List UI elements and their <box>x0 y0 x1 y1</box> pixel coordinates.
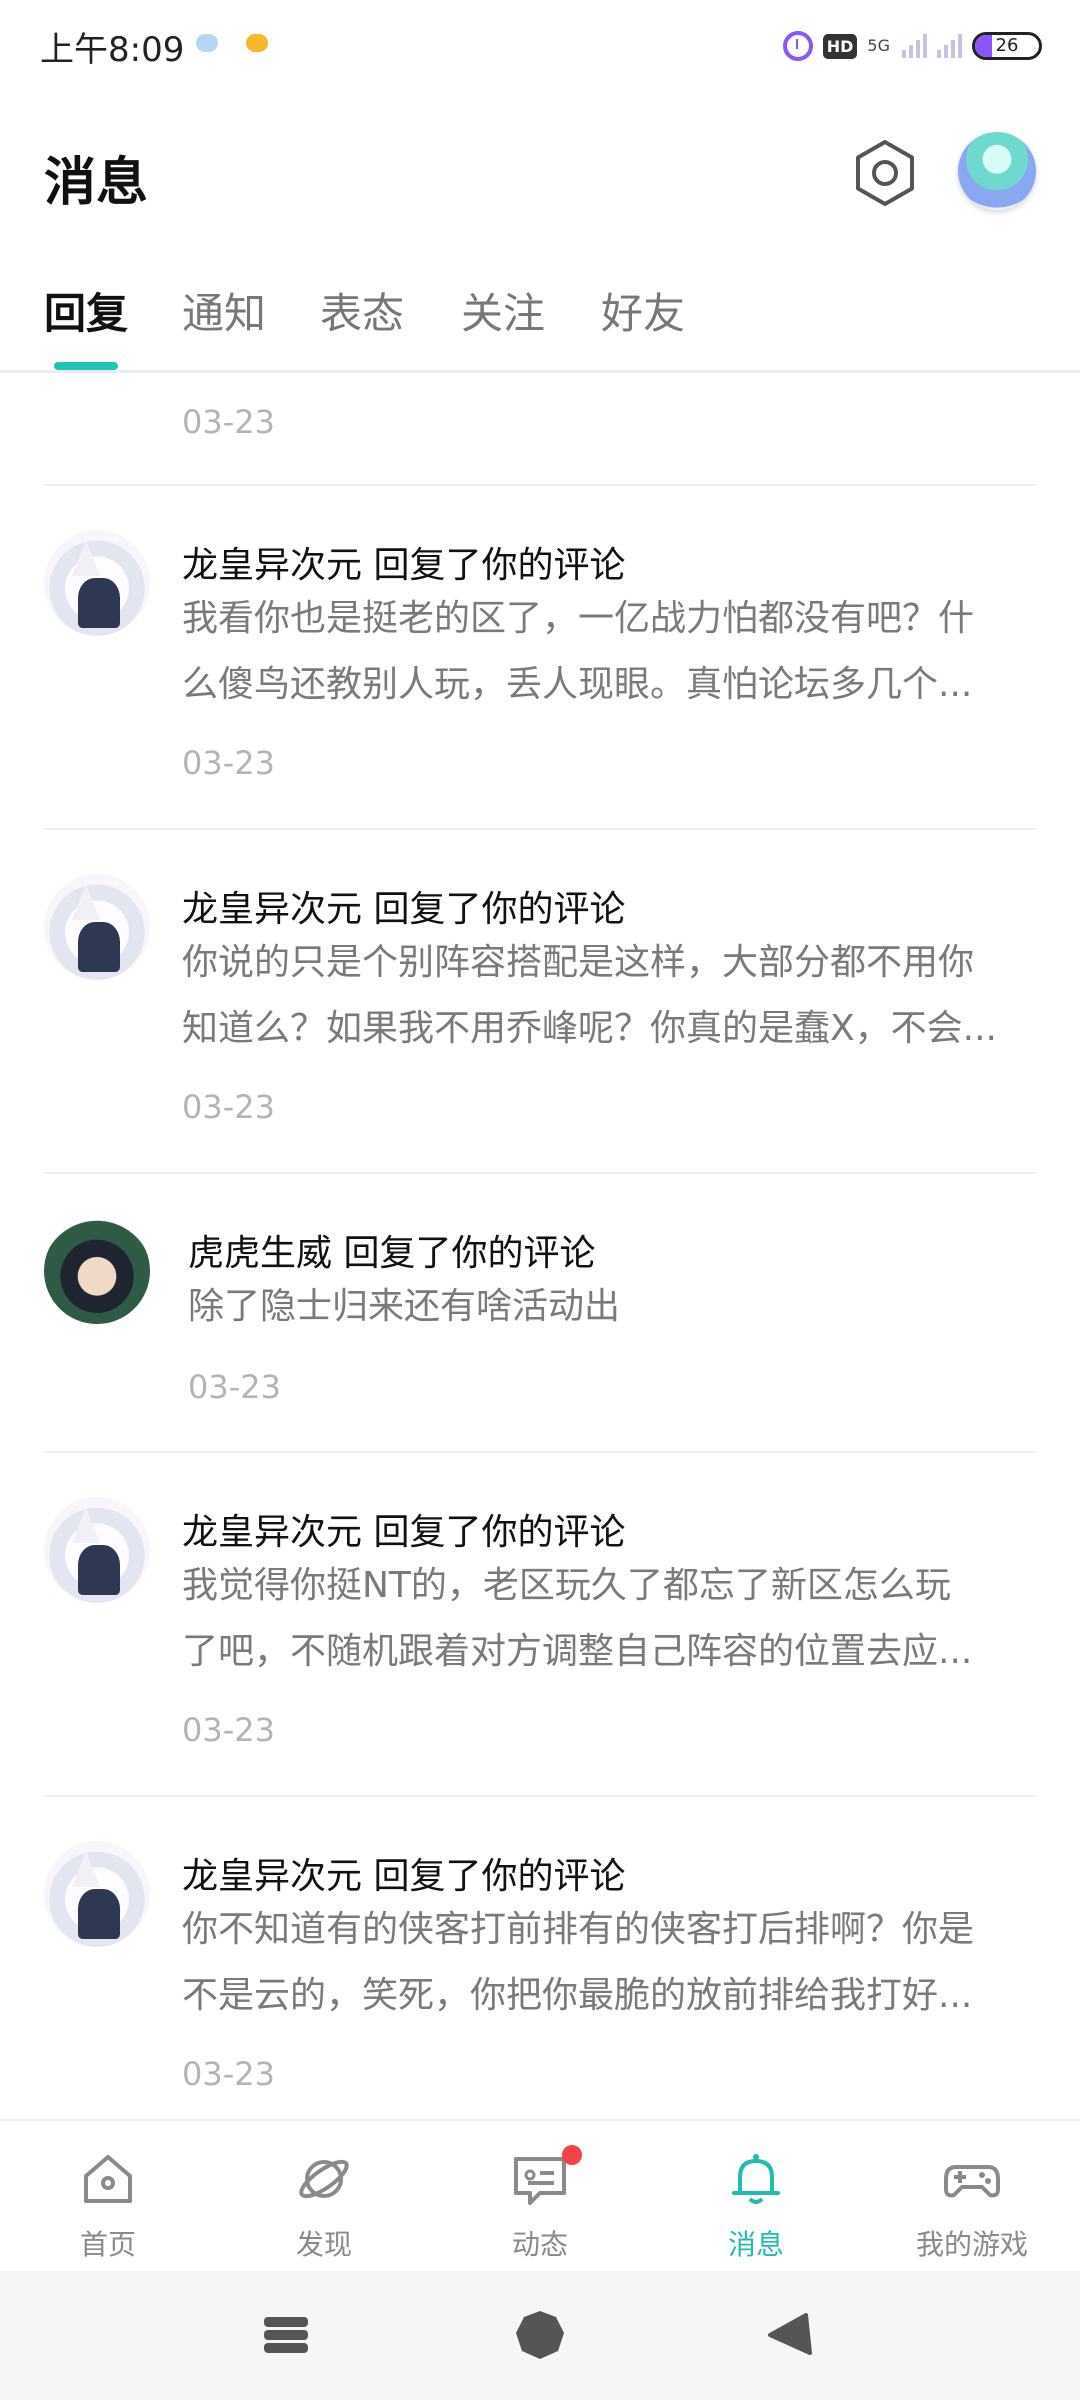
fox-girl-avatar[interactable] <box>44 874 150 980</box>
nav-messages[interactable]: 消息 <box>648 2121 864 2273</box>
nav-label: 首页 <box>79 2228 136 2261</box>
message-title: 龙皇异次元 回复了你的评论 <box>182 1512 626 1553</box>
notification-icon <box>246 34 268 52</box>
message-line: 知道么？如果我不用乔峰呢？你真的是蠢X，不会... <box>182 1008 997 1049</box>
message-line: 除了隐士归来还有啥活动出 <box>188 1286 621 1327</box>
nav-discover[interactable]: 发现 <box>216 2121 432 2273</box>
divider <box>44 828 1036 830</box>
message-title: 龙皇异次元 回复了你的评论 <box>182 889 626 930</box>
user-avatar[interactable] <box>958 132 1036 210</box>
notification-badge <box>562 2145 582 2165</box>
message-body: 除了隐士归来还有啥活动出 <box>188 1274 1048 1340</box>
battery-level: 26 <box>995 35 1019 56</box>
status-bar: 上午8:09 HD 5G 26 <box>0 0 1080 90</box>
bard-boy-avatar[interactable] <box>44 1218 150 1324</box>
gamepad-icon <box>944 2165 1000 2198</box>
planet-icon <box>299 2159 349 2199</box>
message-title: 龙皇异次元 回复了你的评论 <box>182 1856 626 1897</box>
divider <box>44 484 1036 486</box>
tab-replies[interactable]: 回复 <box>44 280 128 341</box>
nav-label: 动态 <box>511 2228 568 2261</box>
message-date: 03-23 <box>182 1711 275 1749</box>
nav-label: 发现 <box>295 2228 352 2261</box>
tab-follows[interactable]: 关注 <box>461 280 545 341</box>
message-line: 我看你也是挺老的区了，一亿战力怕都没有吧？什 <box>182 598 975 639</box>
message-body: 我看你也是挺老的区了，一亿战力怕都没有吧？什 么傻鸟还教别人玩，丢人现眼。真怕论… <box>182 586 1042 718</box>
signal-icon-2 <box>937 34 962 58</box>
fox-girl-avatar[interactable] <box>44 1841 150 1947</box>
fox-girl-avatar[interactable] <box>44 530 150 636</box>
message-title: 虎虎生威 回复了你的评论 <box>188 1233 596 1274</box>
back-icon[interactable] <box>762 2307 822 2363</box>
divider <box>44 1451 1036 1453</box>
signal-icon <box>902 34 927 58</box>
home-button-icon[interactable] <box>510 2307 570 2363</box>
message-line: 你说的只是个别阵容搭配是这样，大部分都不用你 <box>182 942 975 983</box>
network-type: 5G <box>867 36 890 55</box>
fox-girl-avatar[interactable] <box>44 1497 150 1603</box>
nav-label: 我的游戏 <box>915 2228 1028 2261</box>
divider <box>44 1172 1036 1174</box>
message-date: 03-23 <box>188 1368 281 1406</box>
page-title: 消息 <box>44 153 149 213</box>
message-date: 03-23 <box>182 744 275 782</box>
menu-icon[interactable] <box>256 2307 316 2363</box>
divider <box>44 1795 1036 1797</box>
tab-reactions[interactable]: 表态 <box>320 280 404 341</box>
message-title: 龙皇异次元 回复了你的评论 <box>182 545 626 586</box>
tab-notifications[interactable]: 通知 <box>182 280 266 341</box>
message-body: 你说的只是个别阵容搭配是这样，大部分都不用你 知道么？如果我不用乔峰呢？你真的是… <box>182 930 1042 1062</box>
bottom-nav: 首页 发现 动态 消息 我的游戏 <box>0 2119 1080 2273</box>
nav-feed[interactable]: 动态 <box>432 2121 648 2273</box>
message-list[interactable]: 03-23 龙皇异次元 回复了你的评论 我看你也是挺老的区了，一亿战力怕都没有吧… <box>0 373 1080 2119</box>
nav-label: 消息 <box>727 2228 784 2261</box>
bell-icon <box>732 2154 780 2204</box>
message-date: 03-23 <box>182 403 275 441</box>
alarm-icon <box>782 31 813 61</box>
message-icon <box>514 2157 566 2205</box>
tab-friends[interactable]: 好友 <box>601 280 685 341</box>
status-time: 上午8:09 <box>40 30 185 70</box>
tab-indicator <box>54 362 118 370</box>
message-line: 不是云的，笑死，你把你最脆的放前排给我打好... <box>182 1975 973 2016</box>
message-line: 么傻鸟还教别人玩，丢人现眼。真怕论坛多几个... <box>182 664 973 705</box>
settings-icon[interactable] <box>850 138 920 208</box>
message-body: 我觉得你挺NT的，老区玩久了都忘了新区怎么玩 了吧，不随机跟着对方调整自己阵容的… <box>182 1553 1042 1685</box>
system-nav-bar <box>0 2271 1080 2400</box>
message-line: 我觉得你挺NT的，老区玩久了都忘了新区怎么玩 <box>182 1565 951 1606</box>
status-icons: HD 5G 26 <box>782 24 1042 68</box>
tab-bar: 回复 通知 表态 关注 好友 <box>0 280 1080 372</box>
nav-home[interactable]: 首页 <box>0 2121 216 2273</box>
hd-badge: HD <box>822 33 858 59</box>
message-body: 你不知道有的侠客打前排有的侠客打后排啊？你是 不是云的，笑死，你把你最脆的放前排… <box>182 1897 1042 2029</box>
message-line: 你不知道有的侠客打前排有的侠客打后排啊？你是 <box>182 1909 975 1950</box>
weather-icon <box>196 34 218 52</box>
nav-my-games[interactable]: 我的游戏 <box>864 2121 1080 2273</box>
home-icon <box>84 2155 132 2203</box>
message-date: 03-23 <box>182 1088 275 1126</box>
battery-icon: 26 <box>972 32 1042 60</box>
message-line: 了吧，不随机跟着对方调整自己阵容的位置去应... <box>182 1631 973 1672</box>
message-date: 03-23 <box>182 2055 275 2093</box>
